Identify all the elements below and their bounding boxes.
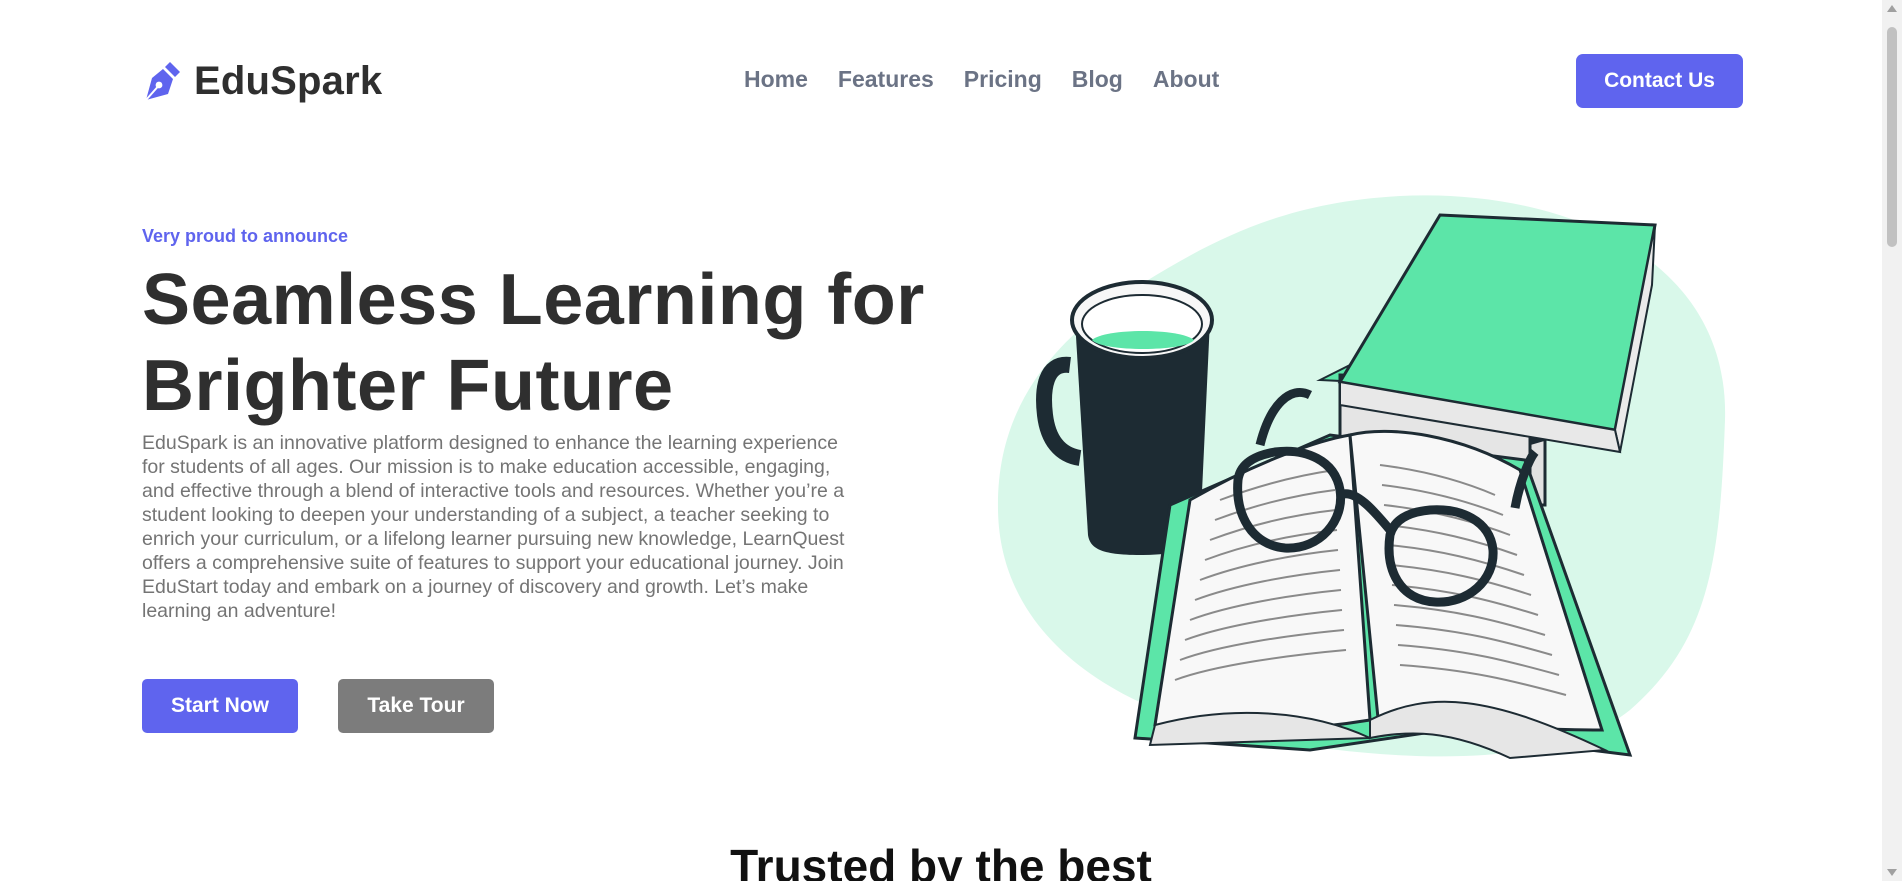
hero-illustration: [997, 195, 1726, 760]
scroll-up-icon[interactable]: [1887, 5, 1897, 12]
nav-home[interactable]: Home: [744, 66, 808, 93]
nav-blog[interactable]: Blog: [1072, 66, 1123, 93]
site-header: EduSpark Home Features Pricing Blog Abou…: [142, 54, 1743, 108]
hero-title: Seamless Learning for Brighter Future: [142, 257, 962, 429]
scroll-down-icon[interactable]: [1887, 869, 1897, 876]
take-tour-button[interactable]: Take Tour: [338, 679, 494, 733]
brand-name: EduSpark: [194, 58, 383, 103]
page: EduSpark Home Features Pricing Blog Abou…: [0, 0, 1882, 881]
hero-eyebrow: Very proud to announce: [142, 226, 349, 246]
hero-title-line-2: Brighter Future: [142, 346, 674, 426]
nav-pricing[interactable]: Pricing: [964, 66, 1042, 93]
nav-features[interactable]: Features: [838, 66, 934, 93]
hero-description: EduSpark is an innovative platform desig…: [142, 432, 845, 622]
hero-actions: Start Now Take Tour: [142, 679, 494, 733]
trusted-heading: Trusted by the best: [730, 840, 1152, 881]
pen-nib-icon: [145, 62, 180, 101]
hero-title-line-1: Seamless Learning for: [142, 260, 925, 340]
scroll-thumb[interactable]: [1887, 27, 1897, 247]
main-nav: Home Features Pricing Blog About: [744, 66, 1249, 93]
page-scrollbar[interactable]: [1882, 0, 1902, 881]
start-now-button[interactable]: Start Now: [142, 679, 298, 733]
contact-us-button[interactable]: Contact Us: [1576, 54, 1743, 108]
brand-logo[interactable]: EduSpark: [142, 58, 382, 104]
nav-about[interactable]: About: [1153, 66, 1219, 93]
hero-content: Very proud to announce Seamless Learning…: [142, 226, 962, 623]
